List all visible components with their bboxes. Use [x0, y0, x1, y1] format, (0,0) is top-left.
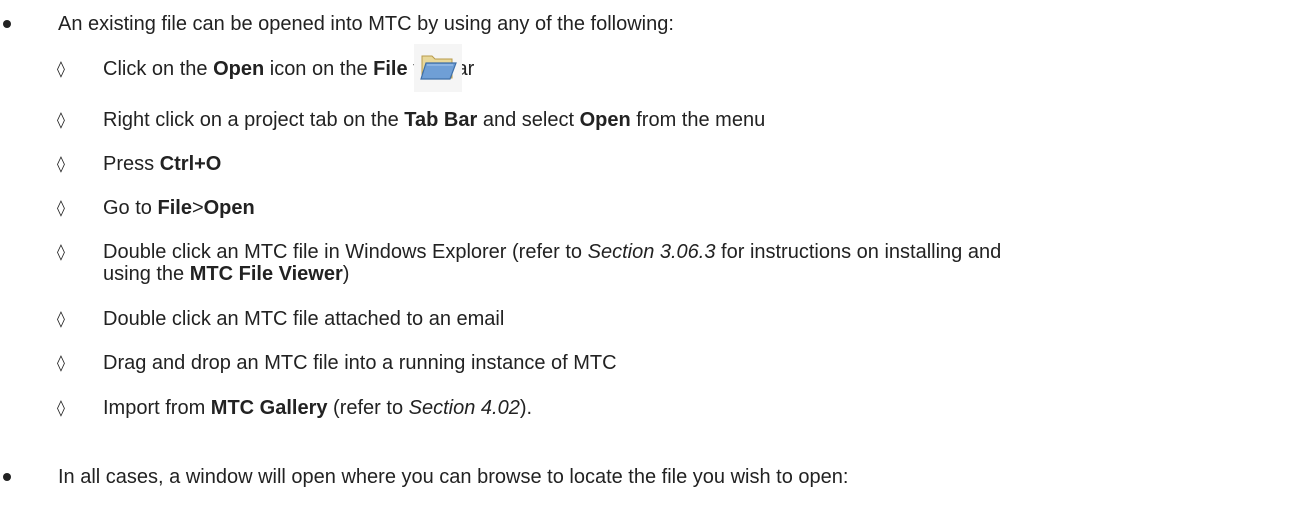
list-item-text: Press Ctrl+O — [103, 153, 222, 175]
diamond-bullet-icon: ◊ — [57, 353, 65, 372]
list-item-text: Double click an MTC file attached to an … — [103, 308, 505, 330]
diamond-bullet-icon: ◊ — [57, 59, 65, 78]
list-item-text: Double click an MTC file in Windows Expl… — [103, 241, 1002, 263]
folder-open-icon — [414, 44, 462, 92]
diamond-bullet-icon: ◊ — [57, 154, 65, 173]
diamond-bullet-icon: ◊ — [57, 398, 65, 417]
diamond-bullet-icon: ◊ — [57, 198, 65, 217]
intro-text: An existing file can be opened into MTC … — [58, 13, 674, 35]
list-item-text: Go to File>Open — [103, 197, 255, 219]
diamond-bullet-icon: ◊ — [57, 110, 65, 129]
list-item-text: Import from MTC Gallery (refer to Sectio… — [103, 397, 533, 419]
list-item-text-continued: using the MTC File Viewer) — [103, 263, 350, 285]
diamond-bullet-icon: ◊ — [57, 309, 65, 328]
bullet-icon — [3, 473, 11, 481]
diamond-bullet-icon: ◊ — [57, 242, 65, 261]
list-item-text: Right click on a project tab on the Tab … — [103, 109, 766, 131]
closing-text: In all cases, a window will open where y… — [58, 466, 849, 488]
list-item-text: Drag and drop an MTC file into a running… — [103, 352, 617, 374]
bullet-icon — [3, 20, 11, 28]
